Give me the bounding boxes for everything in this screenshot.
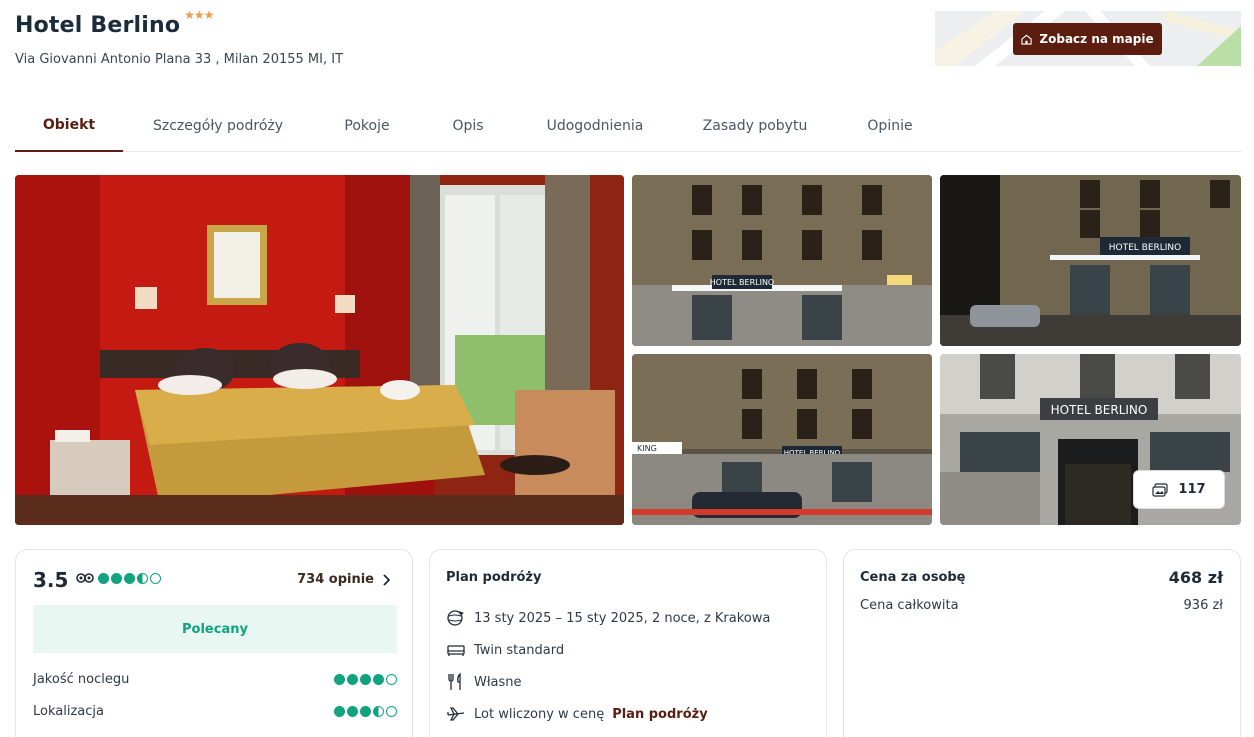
hotel-sign-text-1: HOTEL BERLINO <box>710 278 774 287</box>
hotel-header: Hotel Berlino ★★★ Via Giovanni Antonio P… <box>15 8 343 67</box>
home-icon <box>1021 34 1033 45</box>
bubble-full-icon <box>111 572 122 584</box>
bubble-empty-icon <box>386 674 397 685</box>
gallery-photo-exterior-2[interactable]: HOTEL BERLINO <box>940 175 1241 346</box>
reviews-count: 734 opinie <box>297 572 374 587</box>
gallery-photo-exterior-1[interactable]: HOTEL BERLINO <box>632 175 932 346</box>
bubble-full-icon <box>334 706 345 717</box>
bubble-half-icon <box>137 572 148 584</box>
room-row: Twin standard <box>446 640 564 660</box>
bubble-full-icon <box>98 572 109 584</box>
photo-count: 117 <box>1178 482 1206 497</box>
exterior-image-3: KING HOTEL BERLINO <box>632 354 932 525</box>
globe-plane-icon <box>447 610 464 626</box>
tab-zasady-pobytu[interactable]: Zasady pobytu <box>697 100 813 151</box>
tab-pokoje[interactable]: Pokoje <box>327 100 407 151</box>
price-total-row: Cena całkowita 936 zł <box>860 598 1223 613</box>
bubble-full-icon <box>360 706 371 717</box>
hotel-address: Via Giovanni Antonio Plana 33 , Milan 20… <box>15 52 344 67</box>
show-on-map-label: Zobacz na mapie <box>1039 32 1154 46</box>
map-preview[interactable]: Zobacz na mapie <box>935 11 1241 66</box>
tab-opis[interactable]: Opis <box>433 100 503 151</box>
flight-included-text: Lot wliczony w cenę <box>474 706 605 722</box>
criterion-label: Jakość noclegu <box>33 672 130 687</box>
bubble-empty-icon <box>386 706 397 717</box>
price-per-person-value: 468 zł <box>1168 568 1223 587</box>
flight-row: Lot wliczony w cenę Plan podróży <box>446 704 708 724</box>
bubble-full-icon <box>347 674 358 685</box>
criterion-bubbles <box>334 674 397 685</box>
exterior-image-2: HOTEL BERLINO <box>940 175 1241 346</box>
airplane-icon <box>447 707 465 721</box>
tab-opinie[interactable]: Opinie <box>855 100 925 151</box>
bed-icon <box>447 645 465 656</box>
photos-icon <box>1152 482 1169 497</box>
bubble-full-icon <box>124 572 135 584</box>
price-card: Cena za osobę 468 zł Cena całkowita 936 … <box>843 549 1241 737</box>
chevron-right-icon <box>383 573 390 586</box>
trip-plan-card: Plan podróży 13 sty 2025 – 15 sty 2025, … <box>429 549 827 737</box>
show-on-map-button[interactable]: Zobacz na mapie <box>1013 23 1162 55</box>
bedroom-image <box>15 175 624 525</box>
hotel-sign-text-4: HOTEL BERLINO <box>1051 403 1148 417</box>
trip-dates: 13 sty 2025 – 15 sty 2025, 2 noce, z Kra… <box>474 610 771 626</box>
rating-card: 3.5 734 opinie Polecany Jakość noclegu L… <box>15 549 413 737</box>
trip-plan-link[interactable]: Plan podróży <box>612 707 707 722</box>
trip-dates-row: 13 sty 2025 – 15 sty 2025, 2 noce, z Kra… <box>446 608 770 628</box>
bubble-full-icon <box>373 674 384 685</box>
exterior-image-1: HOTEL BERLINO <box>632 175 932 346</box>
parking-sign-text: KING <box>637 444 657 453</box>
price-per-person-label: Cena za osobę <box>860 570 966 585</box>
price-total-label: Cena całkowita <box>860 598 959 613</box>
rating-bubbles <box>98 572 161 584</box>
tab-szczegoly-podrozy[interactable]: Szczegóły podróży <box>143 100 293 151</box>
tab-udogodnienia[interactable]: Udogodnienia <box>535 100 655 151</box>
criterion-label: Lokalizacja <box>33 704 104 719</box>
rating-score: 3.5 <box>33 568 69 592</box>
criterion-row: Jakość noclegu <box>33 672 397 687</box>
criterion-row: Lokalizacja <box>33 704 397 719</box>
tab-obiekt[interactable]: Obiekt <box>15 100 123 152</box>
bubble-full-icon <box>334 674 345 685</box>
gallery-main-photo[interactable] <box>15 175 624 525</box>
room-type: Twin standard <box>474 642 565 658</box>
bubble-full-icon <box>360 674 371 685</box>
hotel-sign-text-2: HOTEL BERLINO <box>1109 243 1182 253</box>
bubble-half-icon <box>373 706 384 717</box>
meals-type: Własne <box>474 674 522 690</box>
price-per-person-row: Cena za osobę 468 zł <box>860 568 1223 587</box>
bubble-full-icon <box>347 706 358 717</box>
tripadvisor-rating <box>76 572 161 584</box>
hotel-name: Hotel Berlino <box>15 13 181 38</box>
bubble-empty-icon <box>150 572 161 584</box>
recommended-badge: Polecany <box>33 605 397 653</box>
star-rating-icon: ★★★ <box>184 8 214 22</box>
cutlery-icon <box>448 672 461 690</box>
reviews-link[interactable]: 734 opinie <box>297 572 390 587</box>
trip-plan-title: Plan podróży <box>446 570 542 585</box>
photo-count-button[interactable]: 117 <box>1133 470 1225 509</box>
meals-row: Własne <box>446 672 522 692</box>
price-total-value: 936 zł <box>1183 598 1223 613</box>
gallery-photo-exterior-3[interactable]: KING HOTEL BERLINO <box>632 354 932 525</box>
tripadvisor-owl-icon <box>76 573 94 583</box>
criterion-bubbles <box>334 706 397 717</box>
section-tabs: Obiekt Szczegóły podróży Pokoje Opis Udo… <box>15 100 1241 152</box>
